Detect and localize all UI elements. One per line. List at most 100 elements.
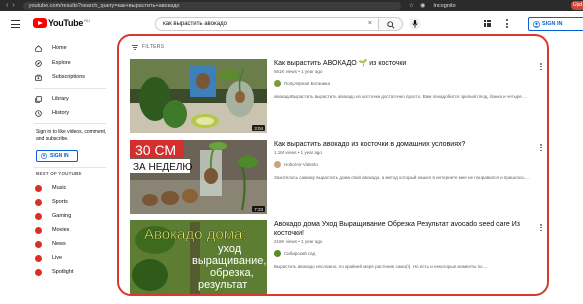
avocado-sprout-thumbnail-image: 30 СМ ЗА НЕДЕЛЮ bbox=[130, 140, 267, 214]
browser-nav: ‹ › bbox=[6, 2, 15, 9]
video-more-icon[interactable] bbox=[540, 63, 542, 70]
home-icon bbox=[35, 44, 42, 52]
youtube-logo[interactable]: YouTube RU bbox=[33, 18, 90, 28]
avocado-home-thumbnail-image: Авокадо дома: уход выращивание, обрезка,… bbox=[130, 220, 267, 294]
filters-button[interactable]: FILTERS bbox=[132, 44, 164, 50]
back-arrow-icon[interactable]: ‹ bbox=[6, 2, 8, 9]
live-icon bbox=[35, 254, 42, 262]
gaming-icon bbox=[35, 212, 42, 220]
channel-name[interactable]: Сибирский сад bbox=[284, 251, 315, 256]
video-title[interactable]: Авокадо дома Уход Выращивание Обрезка Ре… bbox=[274, 220, 546, 238]
channel-row[interactable]: Сибирский сад bbox=[274, 250, 546, 257]
subscriptions-icon bbox=[35, 74, 42, 81]
thumbnail-overlay-line-1: 30 СМ bbox=[135, 142, 176, 158]
video-meta: 219K views • 1 year ago bbox=[274, 239, 323, 244]
address-bar[interactable]: youtube.com/results?search_query=как+выр… bbox=[22, 1, 401, 10]
music-icon bbox=[35, 184, 42, 192]
video-info: Как вырастить АВОКАДО 🌱 из косточки 561K… bbox=[274, 59, 546, 99]
account-icon bbox=[41, 153, 47, 159]
channel-avatar[interactable] bbox=[274, 161, 281, 168]
video-thumbnail[interactable]: 3:04 bbox=[130, 59, 267, 133]
search-query: как вырастить авокадо bbox=[163, 21, 227, 27]
sidebar-sign-in-button[interactable]: SIGN IN bbox=[36, 150, 78, 162]
thumbnail-overlay-line-4: обрезка, bbox=[210, 267, 254, 279]
incognito-icon: ◉ bbox=[420, 3, 426, 9]
thumbnail-overlay-line-1: Авокадо дома: bbox=[144, 226, 247, 243]
video-result[interactable]: 3:04 Как вырастить АВОКАДО 🌱 из косточки… bbox=[130, 59, 547, 133]
thumbnail-overlay-line-2: уход bbox=[218, 243, 242, 255]
sign-in-button[interactable]: SIGN IN bbox=[528, 17, 583, 31]
sidebar: Home Explore Subscriptions Library Histo… bbox=[0, 38, 110, 304]
sidebar-item-label: Sports bbox=[52, 199, 68, 205]
update-button[interactable]: Upd bbox=[571, 1, 583, 10]
thumbnail-overlay-line-3: выращивание, bbox=[192, 255, 266, 267]
filters-label: FILTERS bbox=[142, 44, 165, 50]
history-icon bbox=[35, 109, 42, 117]
browser-toolbar: ‹ › youtube.com/results?search_query=как… bbox=[0, 0, 583, 11]
browser-actions: ☆ ◉ Incognito bbox=[409, 2, 456, 10]
video-meta: 561K views • 1 year ago bbox=[274, 69, 323, 74]
sidebar-item-label: Explore bbox=[52, 60, 71, 66]
search-icon bbox=[387, 21, 395, 29]
clear-search-icon[interactable]: × bbox=[368, 18, 372, 30]
channel-row[interactable]: Hobo/Air-Videsto bbox=[274, 161, 546, 168]
search-input[interactable]: как вырастить авокадо × bbox=[155, 17, 379, 31]
sidebar-item-label: Library bbox=[52, 96, 69, 102]
video-result[interactable]: 30 СМ ЗА НЕДЕЛЮ 7:33 Как вырастить авока… bbox=[130, 140, 547, 214]
video-title[interactable]: Как вырастить авокадо из косточки в дома… bbox=[274, 140, 546, 149]
sidebar-item-label: History bbox=[52, 110, 70, 116]
video-duration: 3:04 bbox=[252, 125, 265, 131]
movies-icon bbox=[35, 226, 42, 234]
video-description-snippet: Захотелось самому вырастить дома свой ав… bbox=[274, 175, 530, 180]
library-icon bbox=[35, 95, 42, 103]
news-icon bbox=[35, 240, 42, 248]
channel-avatar[interactable] bbox=[274, 250, 281, 257]
sidebar-item-label: Music bbox=[52, 185, 67, 191]
account-icon bbox=[533, 20, 540, 28]
spotlight-icon bbox=[35, 268, 42, 276]
sidebar-item-label: Spotlight bbox=[52, 269, 74, 275]
signin-prompt-text: Sign in to like videos, comment, and sub… bbox=[36, 129, 107, 142]
sidebar-item-label: Gaming bbox=[52, 213, 72, 219]
microphone-icon bbox=[412, 20, 418, 28]
video-more-icon[interactable] bbox=[540, 224, 542, 231]
apps-grid-icon[interactable] bbox=[484, 20, 491, 27]
forward-arrow-icon[interactable]: › bbox=[12, 2, 14, 9]
video-title[interactable]: Как вырастить АВОКАДО 🌱 из косточки bbox=[274, 59, 546, 68]
video-meta: 1.1M views • 1 year ago bbox=[274, 150, 322, 155]
video-result[interactable]: Авокадо дома: уход выращивание, обрезка,… bbox=[130, 220, 547, 294]
best-of-youtube-heading: BEST OF YOUTUBE bbox=[36, 171, 82, 176]
avocado-jar-thumbnail-image bbox=[130, 59, 267, 133]
star-icon[interactable]: ☆ bbox=[409, 2, 414, 9]
compass-icon bbox=[35, 59, 42, 67]
video-more-icon[interactable] bbox=[540, 144, 542, 151]
settings-more-icon[interactable] bbox=[506, 19, 509, 28]
sidebar-item-label: News bbox=[52, 241, 66, 247]
video-info: Авокадо дома Уход Выращивание Обрезка Ре… bbox=[274, 220, 546, 269]
voice-search-button[interactable] bbox=[409, 18, 421, 30]
sidebar-divider bbox=[34, 167, 106, 168]
video-thumbnail[interactable]: 30 СМ ЗА НЕДЕЛЮ 7:33 bbox=[130, 140, 267, 214]
search-button[interactable] bbox=[379, 17, 403, 31]
sidebar-sign-in-label: SIGN IN bbox=[50, 153, 69, 159]
sidebar-item-label: Home bbox=[52, 45, 67, 51]
sign-in-label: SIGN IN bbox=[542, 21, 563, 27]
sidebar-divider bbox=[34, 88, 106, 89]
logo-country-code: RU bbox=[84, 17, 90, 23]
logo-text: YouTube bbox=[48, 18, 84, 28]
channel-row[interactable]: Популярная Ботаника bbox=[274, 80, 546, 87]
channel-avatar[interactable] bbox=[274, 80, 281, 87]
filter-icon bbox=[132, 44, 138, 50]
video-thumbnail[interactable]: Авокадо дома: уход выращивание, обрезка,… bbox=[130, 220, 267, 294]
search-results-panel: FILTERS 3:04 Как вырастить АВОКАДО 🌱 из … bbox=[117, 34, 549, 296]
sidebar-item-label: Live bbox=[52, 255, 63, 261]
video-duration: 7:33 bbox=[252, 206, 265, 212]
sidebar-item-label: Subscriptions bbox=[52, 74, 86, 80]
channel-name[interactable]: Hobo/Air-Videsto bbox=[284, 162, 318, 167]
channel-name[interactable]: Популярная Ботаника bbox=[284, 81, 330, 86]
hamburger-menu-icon[interactable] bbox=[11, 20, 20, 28]
thumbnail-overlay-line-5: результат bbox=[198, 279, 247, 291]
youtube-play-icon bbox=[33, 18, 47, 28]
video-info: Как вырастить авокадо из косточки в дома… bbox=[274, 140, 546, 180]
video-description-snippet: авокадоВырастить вырастить авокадо из ко… bbox=[274, 94, 527, 99]
